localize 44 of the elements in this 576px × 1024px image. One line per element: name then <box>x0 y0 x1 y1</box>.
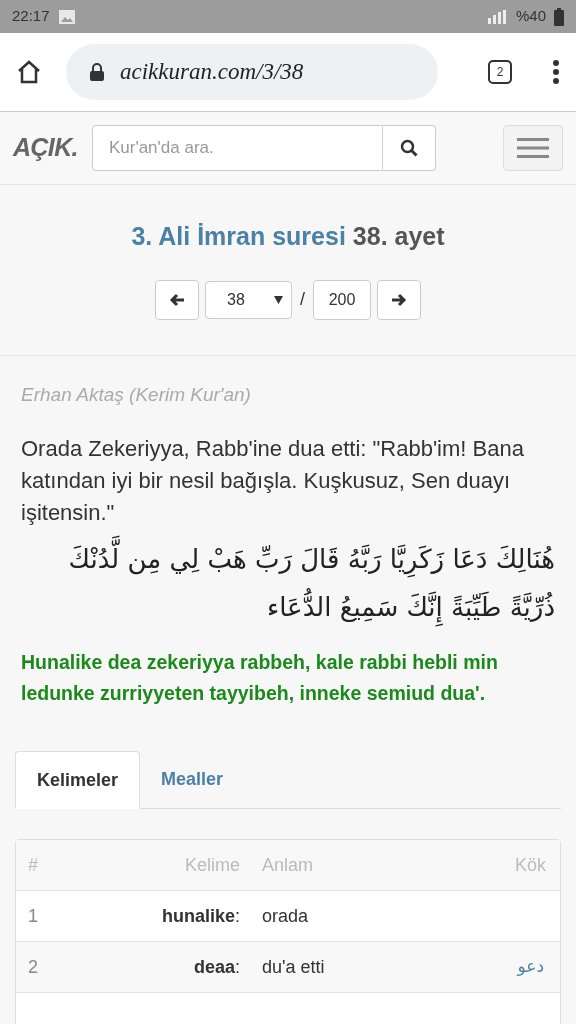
arrow-right-icon <box>391 292 407 307</box>
more-icon[interactable] <box>552 59 560 85</box>
dropdown-caret-icon <box>274 295 283 304</box>
previous-button[interactable] <box>155 279 199 320</box>
lock-icon <box>90 63 104 81</box>
column-header: Anlam <box>262 853 315 877</box>
verse-select[interactable]: 38 <box>205 280 292 319</box>
menu-icon <box>517 137 549 159</box>
home-icon[interactable] <box>16 59 42 85</box>
site-logo[interactable]: AÇIK. <box>13 129 78 167</box>
tab-count[interactable]: 2 <box>488 60 512 84</box>
table-cell-text: hunalike: <box>160 904 240 928</box>
clock-time: 22:17 <box>12 6 50 27</box>
transcription-text: Hunalike dea zekeriyya rabbeh, kale rabbi hebli min ledunke zurriyyeten tayyibeh, inneke semiud dua'. <box>21 650 499 706</box>
signal-icon <box>485 9 508 24</box>
total-verses: 200 <box>313 279 371 320</box>
table-cell-text: deaa: <box>192 955 240 979</box>
address-bar[interactable]: acikkuran.com/3/38 <box>66 44 438 100</box>
column-header: Kelime <box>183 853 240 877</box>
verse-title: 38. ayet <box>352 221 445 252</box>
menu-button[interactable] <box>503 125 563 171</box>
translation-text: Orada Zekeriyya, Rabb'ine dua etti: "Rabb'im! Bana katından iyi bir nesil bağışla. Kuşkusuz, Sen duayı işitensin." <box>21 435 525 527</box>
table-cell-text: 2 <box>27 955 39 979</box>
table-cell-text: du'a etti <box>262 955 326 979</box>
column-header: Kök <box>514 853 547 877</box>
arrow-left-icon <box>169 292 185 307</box>
table-cell-text: 1 <box>27 904 39 928</box>
battery-icon <box>554 7 564 26</box>
translator-name: Erhan Aktaş (Kerim Kur'an) <box>21 382 252 407</box>
image-icon <box>57 8 76 25</box>
battery-percent: %40 <box>515 6 546 27</box>
surah-link[interactable]: 3. Ali İmran suresi <box>131 218 346 256</box>
search-icon <box>399 139 418 157</box>
url-text: acikkuran.com/3/38 <box>120 57 304 86</box>
root-link[interactable]: دعو <box>517 954 560 980</box>
tab[interactable]: Kelimeler <box>15 751 141 809</box>
next-button[interactable] <box>377 279 421 320</box>
arabic-verse: هُنَالِكَ دَعَا زَكَرِيَّا رَبَّهُ قَالَ رَبِّ هَبْ لِي مِن لَّدُنْكَ ذُرِّيَّةً طَيِّبَةً إِنَّكَ سَمِيعُ الدُّعَاء <box>21 535 555 631</box>
table-cell-text: orada <box>262 904 310 928</box>
tab[interactable]: Mealler <box>140 751 245 808</box>
search-field[interactable]: Kur'an'da ara. <box>91 125 383 171</box>
column-header: # <box>27 853 39 877</box>
separator: / <box>299 288 306 311</box>
search-button[interactable] <box>382 125 436 171</box>
